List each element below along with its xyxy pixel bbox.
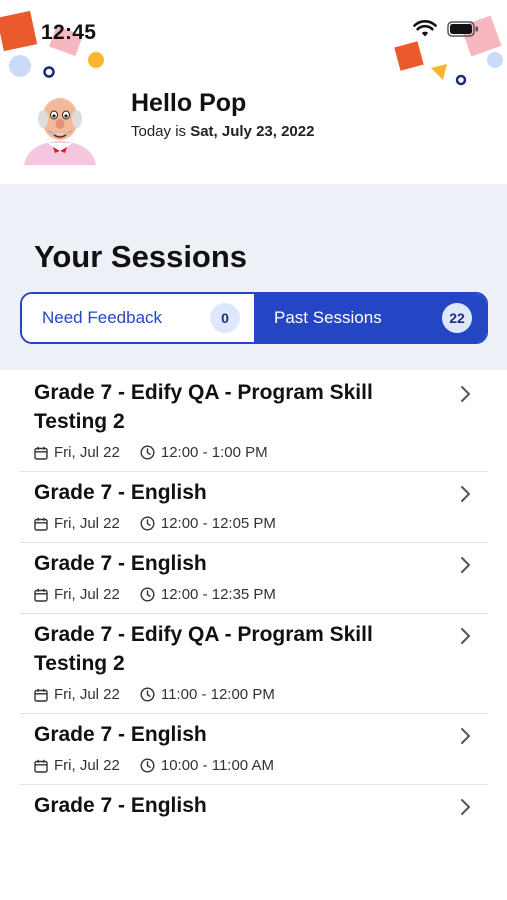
clock-icon xyxy=(140,758,155,773)
session-item[interactable]: Grade 7 - English Fri, Jul 22 12:00 - 12… xyxy=(20,543,488,614)
calendar-icon xyxy=(34,588,48,602)
session-time: 12:00 - 12:35 PM xyxy=(160,586,276,603)
session-item[interactable]: Grade 7 - English Fri, Jul 22 10:00 - 11… xyxy=(20,714,488,785)
session-meta: Fri, Jul 22 12:00 - 12:05 PM xyxy=(34,515,448,532)
chevron-right-icon xyxy=(461,728,470,744)
chevron-right-icon xyxy=(461,557,470,573)
session-item[interactable]: Grade 7 - English Fri, Jul 22 12:00 - 12… xyxy=(20,472,488,543)
clock-icon xyxy=(140,445,155,460)
session-meta: Fri, Jul 22 10:00 - 11:00 AM xyxy=(34,757,448,774)
chevron-right-icon xyxy=(461,799,470,815)
session-time: 10:00 - 11:00 AM xyxy=(160,757,274,774)
session-date: Fri, Jul 22 xyxy=(54,586,120,603)
sessions-panel: Your Sessions Need Feedback 0 Past Sessi… xyxy=(0,184,507,370)
battery-icon xyxy=(447,21,478,37)
chevron-right-icon xyxy=(461,486,470,502)
chevron-right-icon xyxy=(461,386,470,402)
session-item[interactable]: Grade 7 - English xyxy=(20,785,488,830)
profile-header: Hello Pop Today is Sat, July 23, 2022 xyxy=(0,70,507,184)
calendar-icon xyxy=(34,446,48,460)
tab-need-feedback-label: Need Feedback xyxy=(42,308,163,327)
status-time: 12:45 xyxy=(41,21,97,44)
chevron-right-icon xyxy=(461,628,470,644)
session-meta: Fri, Jul 22 12:00 - 1:00 PM xyxy=(34,444,448,461)
clock-icon xyxy=(140,516,155,531)
tab-past-sessions[interactable]: Past Sessions 22 xyxy=(254,294,486,342)
session-title: Grade 7 - English xyxy=(34,723,207,746)
tab-past-sessions-label: Past Sessions xyxy=(274,308,382,327)
session-item[interactable]: Grade 7 - Edify QA - Program Skill Testi… xyxy=(20,614,488,714)
session-list: Grade 7 - Edify QA - Program Skill Testi… xyxy=(20,372,488,830)
past-sessions-count-badge: 22 xyxy=(442,303,472,333)
clock-icon xyxy=(140,587,155,602)
session-time: 11:00 - 12:00 PM xyxy=(160,686,275,703)
session-date: Fri, Jul 22 xyxy=(54,686,120,703)
calendar-icon xyxy=(34,517,48,531)
session-date: Fri, Jul 22 xyxy=(54,444,120,461)
avatar[interactable] xyxy=(20,85,100,165)
clock-icon xyxy=(140,687,155,702)
today-date: Today is Sat, July 23, 2022 xyxy=(131,123,314,140)
session-title: Grade 7 - English xyxy=(34,481,207,504)
session-date: Fri, Jul 22 xyxy=(54,757,120,774)
date-prefix: Today is xyxy=(131,123,191,140)
date-value: Sat, July 23, 2022 xyxy=(190,123,315,140)
status-icons xyxy=(413,20,479,38)
session-item[interactable]: Grade 7 - Edify QA - Program Skill Testi… xyxy=(20,372,488,472)
session-meta: Fri, Jul 22 12:00 - 12:35 PM xyxy=(34,586,448,603)
sessions-title: Your Sessions xyxy=(34,239,248,274)
session-title: Grade 7 - English xyxy=(34,794,207,817)
session-title: Grade 7 - Edify QA - Program Skill Testi… xyxy=(34,381,373,433)
calendar-icon xyxy=(34,688,48,702)
session-date: Fri, Jul 22 xyxy=(54,515,120,532)
wifi-icon xyxy=(413,20,437,37)
session-title: Grade 7 - English xyxy=(34,552,207,575)
session-meta: Fri, Jul 22 11:00 - 12:00 PM xyxy=(34,686,448,703)
sessions-toggle: Need Feedback 0 Past Sessions 22 xyxy=(20,292,488,344)
session-time: 12:00 - 12:05 PM xyxy=(160,515,276,532)
session-title: Grade 7 - Edify QA - Program Skill Testi… xyxy=(34,623,373,675)
need-feedback-count-badge: 0 xyxy=(210,303,240,333)
greeting-text: Hello Pop xyxy=(131,89,247,117)
tab-need-feedback[interactable]: Need Feedback 0 xyxy=(22,294,254,342)
session-time: 12:00 - 1:00 PM xyxy=(160,444,268,461)
status-bar: 12:45 xyxy=(0,0,507,86)
calendar-icon xyxy=(34,759,48,773)
